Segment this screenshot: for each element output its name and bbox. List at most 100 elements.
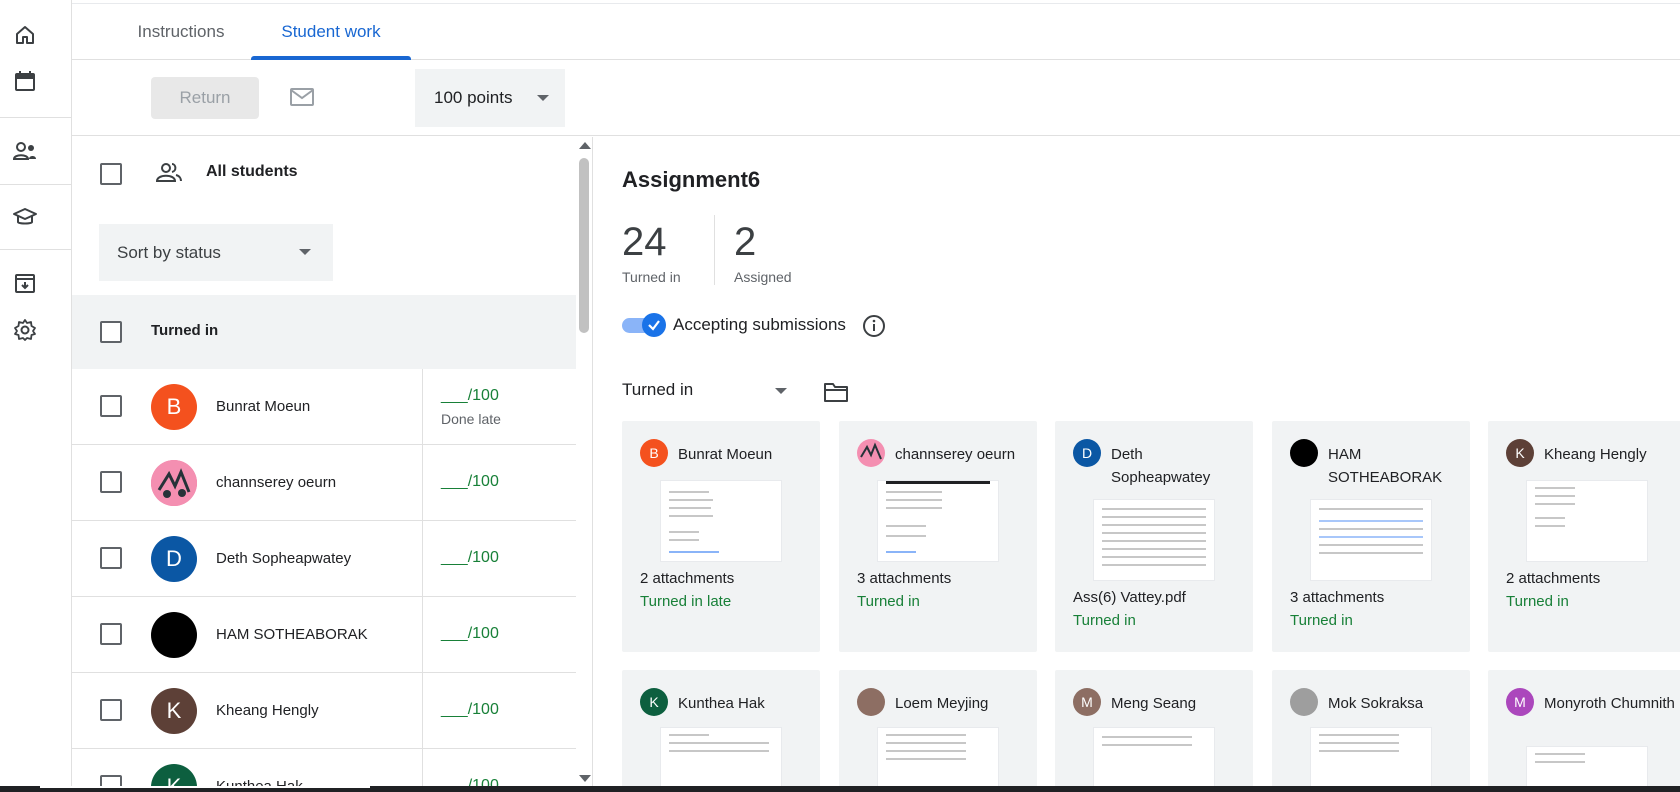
filter-label: Turned in: [622, 380, 694, 399]
archive-icon[interactable]: [12, 270, 38, 296]
student-row[interactable]: B Bunrat Moeun ___/100 Done late: [72, 369, 576, 445]
attachment-thumbnail[interactable]: [877, 480, 999, 562]
status-filter-dropdown[interactable]: Turned in: [622, 380, 787, 400]
avatar: [151, 460, 197, 506]
submission-card[interactable]: B Bunrat Moeun 2 attachments Turned in l…: [622, 421, 820, 652]
tab-student-work[interactable]: Student work: [251, 4, 411, 60]
assignment-detail: Assignment6 24 Turned in 2 Assigned Acce…: [594, 137, 1680, 792]
avatar: [1290, 439, 1318, 467]
points-dropdown[interactable]: 100 points: [415, 69, 565, 127]
sort-label: Sort by status: [117, 242, 221, 262]
submission-card[interactable]: Loem Meyjing: [839, 670, 1037, 792]
group-checkbox[interactable]: [100, 321, 122, 343]
sort-dropdown[interactable]: Sort by status: [99, 224, 333, 281]
student-row[interactable]: HAM SOTHEABORAK ___/100: [72, 597, 576, 673]
student-row[interactable]: K Kheang Hengly ___/100: [72, 673, 576, 749]
submission-card[interactable]: Mok Sokraksa: [1272, 670, 1470, 792]
submission-card[interactable]: channserey oeurn 3 attachments Turned in: [839, 421, 1037, 652]
student-checkbox[interactable]: [100, 395, 122, 417]
card-student-name: Kunthea Hak: [678, 695, 765, 712]
select-all-checkbox[interactable]: [100, 163, 122, 185]
home-icon[interactable]: [12, 22, 38, 48]
grade-value[interactable]: ___/100: [441, 387, 499, 405]
avatar: [857, 688, 885, 716]
grade-value[interactable]: ___/100: [441, 473, 499, 491]
student-name: HAM SOTHEABORAK: [216, 626, 368, 643]
attachment-thumbnail[interactable]: [1310, 727, 1432, 792]
chevron-down-icon: [537, 95, 549, 101]
student-checkbox[interactable]: [100, 623, 122, 645]
folder-icon[interactable]: [823, 381, 849, 403]
grade-value[interactable]: ___/100: [441, 549, 499, 567]
student-row[interactable]: channserey oeurn ___/100: [72, 445, 576, 521]
student-list: All students Sort by status Turned in B …: [72, 137, 576, 792]
column-divider: [422, 521, 423, 597]
scroll-down-icon[interactable]: [579, 775, 591, 782]
submission-card[interactable]: M Monyroth Chumnith: [1488, 670, 1680, 792]
attachment-thumbnail[interactable]: [1526, 480, 1648, 562]
stat-divider: [714, 215, 715, 285]
return-button[interactable]: Return: [151, 77, 259, 119]
student-row[interactable]: D Deth Sopheapwatey ___/100: [72, 521, 576, 597]
info-icon[interactable]: [862, 314, 886, 338]
student-checkbox[interactable]: [100, 471, 122, 493]
rail-divider: [0, 117, 72, 118]
attachment-thumbnail[interactable]: [1093, 499, 1215, 581]
column-divider: [422, 673, 423, 749]
avatar: [1290, 688, 1318, 716]
turned-in-stat[interactable]: 24 Turned in: [622, 219, 681, 285]
grade-value[interactable]: ___/100: [441, 701, 499, 719]
grade-status: Done late: [441, 411, 501, 427]
check-icon: [642, 313, 666, 337]
all-students-label: All students: [206, 163, 298, 180]
attachment-thumbnail[interactable]: [1310, 499, 1432, 581]
avatar: M: [1073, 688, 1101, 716]
submission-card[interactable]: M Meng Seang: [1055, 670, 1253, 792]
all-students-row: All students: [72, 137, 576, 209]
gear-icon[interactable]: [12, 317, 38, 343]
turned-in-caption: Turned in: [622, 269, 681, 285]
student-checkbox[interactable]: [100, 699, 122, 721]
nav-rail: [0, 0, 72, 792]
grade-value[interactable]: ___/100: [441, 625, 499, 643]
list-scrollbar[interactable]: [576, 137, 593, 792]
student-name: Deth Sopheapwatey: [216, 550, 352, 567]
submission-card[interactable]: K Kunthea Hak: [622, 670, 820, 792]
rail-divider: [0, 184, 72, 185]
group-header-turned-in: Turned in: [72, 295, 576, 369]
people-icon[interactable]: [12, 138, 38, 164]
tab-instructions[interactable]: Instructions: [114, 4, 248, 60]
accepting-toggle[interactable]: [622, 313, 666, 337]
chevron-down-icon: [775, 388, 787, 394]
scrollbar-thumb[interactable]: [579, 158, 589, 333]
submission-status: Turned in: [1290, 612, 1353, 629]
submission-card[interactable]: HAM SOTHEABORAK 3 attachments Turned in: [1272, 421, 1470, 652]
student-checkbox[interactable]: [100, 547, 122, 569]
student-name: channserey oeurn: [216, 474, 337, 491]
toolbar: Return 100 points: [72, 60, 1680, 136]
column-divider: [422, 445, 423, 521]
assignment-title: Assignment6: [622, 167, 761, 192]
attachment-thumbnail[interactable]: [660, 480, 782, 562]
attachment-thumbnail[interactable]: [877, 727, 999, 792]
submission-status: Turned in: [1073, 612, 1136, 629]
email-icon[interactable]: [288, 85, 316, 109]
attachment-count: 3 attachments: [857, 570, 952, 587]
graduation-cap-icon[interactable]: [12, 204, 38, 230]
submission-status: Turned in late: [640, 593, 732, 610]
attachment-thumbnail[interactable]: [660, 727, 782, 792]
assigned-stat[interactable]: 2 Assigned: [734, 219, 792, 285]
attachment-thumbnail[interactable]: [1093, 727, 1215, 792]
card-student-name: Kheang Hengly: [1544, 446, 1647, 463]
rail-divider: [0, 249, 72, 250]
submission-status: Turned in: [857, 593, 920, 610]
submission-status: Turned in: [1506, 593, 1569, 610]
card-student-name: Bunrat Moeun: [678, 446, 773, 463]
scroll-up-icon[interactable]: [579, 142, 591, 149]
submission-card[interactable]: K Kheang Hengly 2 attachments Turned in: [1488, 421, 1680, 652]
group-icon: [155, 161, 183, 190]
avatar: D: [151, 536, 197, 582]
calendar-icon[interactable]: [12, 68, 38, 94]
avatar: K: [640, 688, 668, 716]
submission-card[interactable]: D Deth Sopheapwatey Ass(6) Vattey.pdf Tu…: [1055, 421, 1253, 652]
